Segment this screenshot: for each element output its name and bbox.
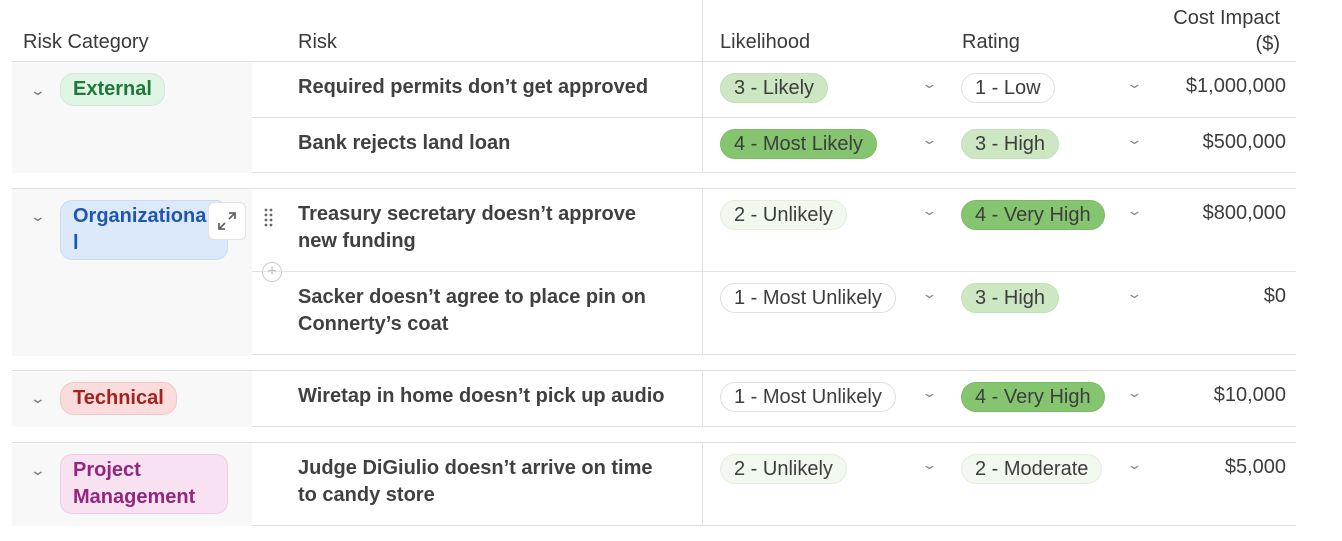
table-row[interactable]: Bank rejects land loan 4 - Most Likely ⌄…: [252, 118, 1296, 173]
table-row[interactable]: Sacker doesn’t agree to place pin on Con…: [252, 272, 1296, 355]
group-organizational: ⌄ Organizationa l + Treasury secretary d…: [12, 188, 1296, 356]
group-project-management: ⌄ Project Management Judge DiGiulio does…: [12, 442, 1296, 526]
column-header-rating[interactable]: Rating: [962, 31, 1020, 54]
group-external: ⌄ External Required permits don’t get ap…: [12, 62, 1296, 173]
category-line: Organizationa: [73, 205, 207, 227]
cost-value[interactable]: $500,000: [1203, 131, 1286, 154]
chevron-down-icon[interactable]: ⌄: [921, 76, 937, 92]
column-header-risk-category[interactable]: Risk Category: [23, 31, 149, 54]
chevron-down-icon[interactable]: ⌄: [30, 82, 46, 99]
group-technical: ⌄ Technical Wiretap in home doesn’t pick…: [12, 370, 1296, 427]
risk-text[interactable]: Treasury secretary doesn’t approve new f…: [298, 201, 698, 255]
risk-line: Judge DiGiulio doesn’t arrive on time: [298, 457, 653, 479]
chevron-down-icon[interactable]: ⌄: [1126, 457, 1142, 473]
row-divider: [252, 354, 1296, 355]
chevron-down-icon[interactable]: ⌄: [30, 462, 46, 479]
likelihood-pill[interactable]: 1 - Most Unlikely: [720, 382, 896, 412]
category-pill-organizational[interactable]: Organizationa l: [60, 200, 228, 260]
rating-pill[interactable]: 3 - High: [961, 283, 1060, 313]
rating-pill[interactable]: 1 - Low: [961, 73, 1055, 103]
category-cell: ⌄ Technical: [12, 371, 252, 427]
expand-icon[interactable]: [208, 202, 246, 240]
category-line: l: [73, 232, 79, 254]
chevron-down-icon[interactable]: ⌄: [921, 385, 937, 401]
chevron-down-icon[interactable]: ⌄: [921, 286, 937, 302]
cost-value[interactable]: $5,000: [1225, 456, 1286, 479]
chevron-down-icon[interactable]: ⌄: [30, 208, 46, 225]
row-divider: [252, 426, 1296, 427]
risk-line: Sacker doesn’t agree to place pin on: [298, 286, 646, 308]
risk-line: Treasury secretary doesn’t approve: [298, 203, 636, 225]
cost-value[interactable]: $1,000,000: [1186, 75, 1286, 98]
category-pill-technical[interactable]: Technical: [60, 382, 177, 415]
chevron-down-icon[interactable]: ⌄: [30, 390, 46, 407]
chevron-down-icon[interactable]: ⌄: [1126, 385, 1142, 401]
table-row[interactable]: Wiretap in home doesn’t pick up audio 1 …: [252, 371, 1296, 427]
category-line: Management: [73, 486, 196, 508]
risk-line: new funding: [298, 230, 416, 252]
cost-header-line2: ($): [1255, 33, 1280, 55]
table-row[interactable]: Required permits don’t get approved 3 - …: [252, 62, 1296, 118]
row-divider: [252, 172, 1296, 173]
column-header-risk[interactable]: Risk: [298, 31, 337, 54]
category-pill-external[interactable]: External: [60, 73, 165, 106]
chevron-down-icon[interactable]: ⌄: [921, 457, 937, 473]
table-header: Risk Category Risk Likelihood Rating Cos…: [0, 0, 1342, 62]
rating-pill[interactable]: 3 - High: [961, 129, 1060, 159]
drag-handle-icon[interactable]: [264, 208, 274, 228]
rating-pill[interactable]: 4 - Very High: [961, 200, 1105, 230]
cost-value[interactable]: $800,000: [1203, 202, 1286, 225]
risk-line: to candy store: [298, 484, 435, 506]
row-divider: [252, 525, 1296, 526]
column-header-cost-impact[interactable]: Cost Impact ($): [1173, 5, 1280, 57]
risk-text[interactable]: Judge DiGiulio doesn’t arrive on time to…: [298, 455, 698, 509]
column-header-likelihood[interactable]: Likelihood: [720, 31, 810, 54]
chevron-down-icon[interactable]: ⌄: [1126, 76, 1142, 92]
category-cell: ⌄ Organizationa l: [12, 189, 252, 356]
category-cell: ⌄ Project Management: [12, 443, 252, 526]
likelihood-pill[interactable]: 1 - Most Unlikely: [720, 283, 896, 313]
category-cell: ⌄ External: [12, 62, 252, 173]
likelihood-pill[interactable]: 3 - Likely: [720, 73, 829, 103]
category-pill-project-management[interactable]: Project Management: [60, 454, 228, 514]
expand-arrows-icon: [218, 212, 236, 230]
table-row[interactable]: Judge DiGiulio doesn’t arrive on time to…: [252, 443, 1296, 526]
cost-value[interactable]: $0: [1264, 285, 1286, 308]
risk-text[interactable]: Wiretap in home doesn’t pick up audio: [298, 383, 698, 410]
chevron-down-icon[interactable]: ⌄: [921, 132, 937, 148]
risk-text[interactable]: Bank rejects land loan: [298, 130, 698, 157]
risk-line: Connerty’s coat: [298, 313, 449, 335]
chevron-down-icon[interactable]: ⌄: [1126, 203, 1142, 219]
risk-text[interactable]: Required permits don’t get approved: [298, 74, 698, 101]
risk-text[interactable]: Sacker doesn’t agree to place pin on Con…: [298, 284, 698, 338]
rating-pill[interactable]: 4 - Very High: [961, 382, 1105, 412]
chevron-down-icon[interactable]: ⌄: [921, 203, 937, 219]
table-row[interactable]: Treasury secretary doesn’t approve new f…: [288, 189, 1296, 272]
likelihood-pill[interactable]: 2 - Unlikely: [720, 454, 847, 484]
chevron-down-icon[interactable]: ⌄: [1126, 286, 1142, 302]
category-line: Project: [73, 459, 141, 481]
cost-value[interactable]: $10,000: [1214, 384, 1286, 407]
likelihood-pill[interactable]: 2 - Unlikely: [720, 200, 847, 230]
rating-pill[interactable]: 2 - Moderate: [961, 454, 1103, 484]
likelihood-pill[interactable]: 4 - Most Likely: [720, 129, 877, 159]
cost-header-line1: Cost Impact: [1173, 7, 1280, 29]
chevron-down-icon[interactable]: ⌄: [1126, 132, 1142, 148]
